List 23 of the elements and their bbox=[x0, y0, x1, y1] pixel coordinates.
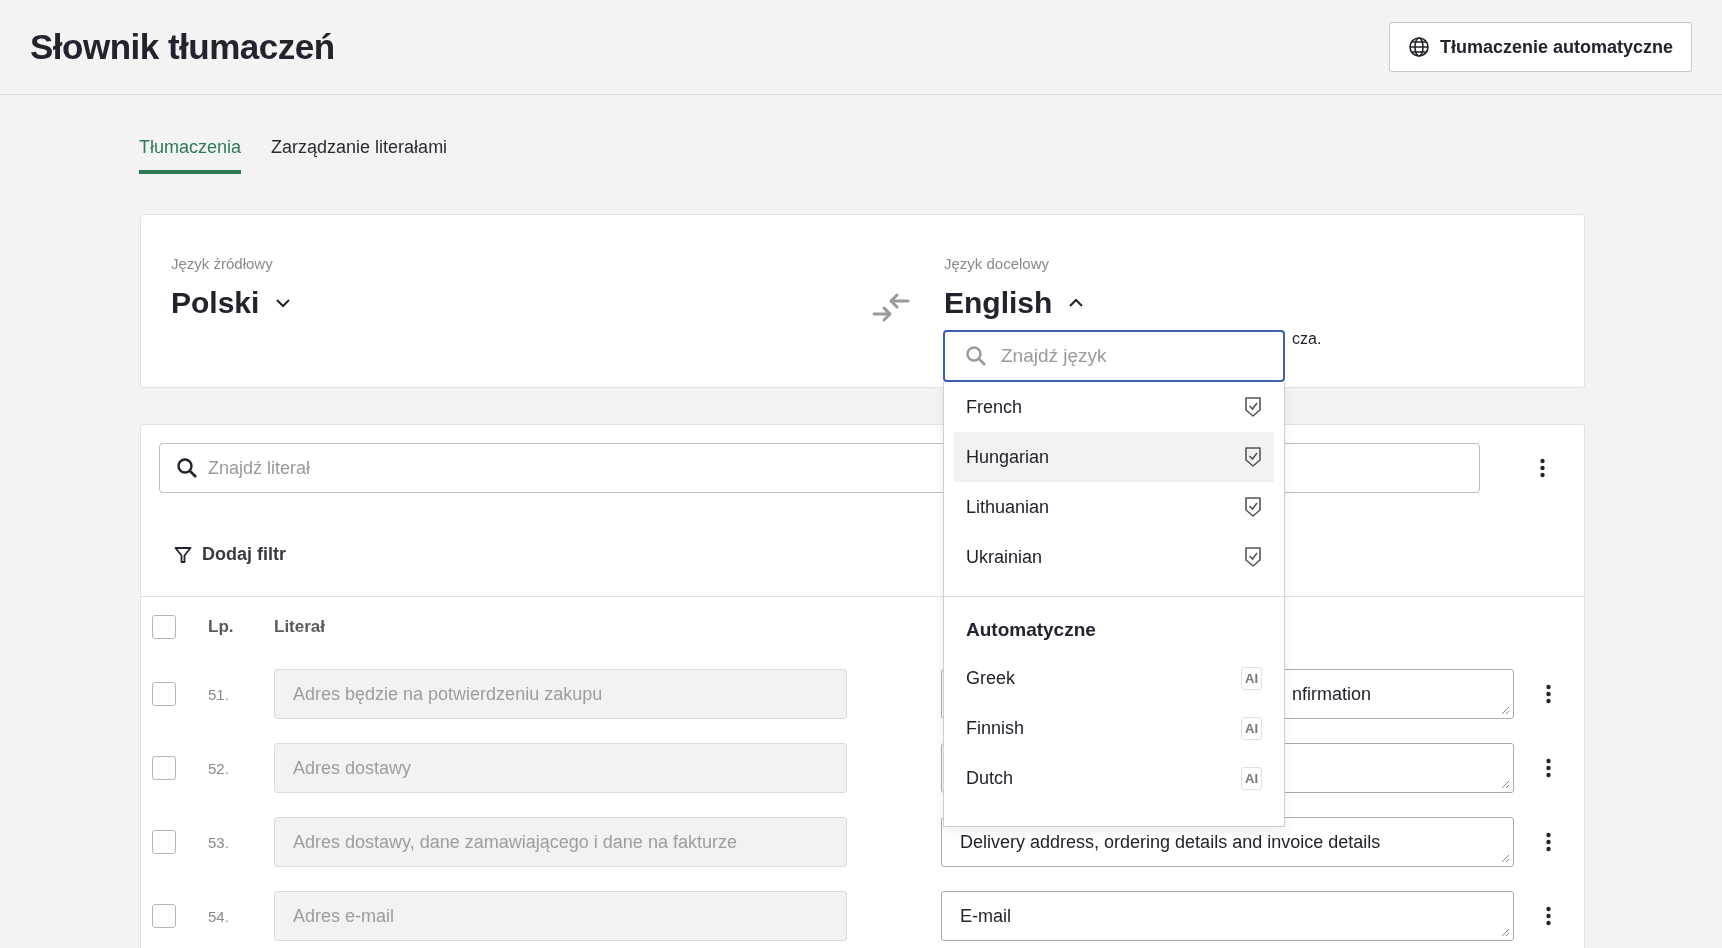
search-placeholder: Znajdź literał bbox=[208, 457, 311, 479]
language-name: French bbox=[966, 396, 1023, 418]
page-title: Słownik tłumaczeń bbox=[30, 27, 335, 67]
search-placeholder: Znajdź język bbox=[1001, 345, 1107, 367]
row-number: 51. bbox=[207, 685, 230, 703]
language-name: Dutch bbox=[966, 767, 1014, 789]
language-name: Lithuanian bbox=[966, 496, 1050, 518]
column-header: Literał bbox=[274, 617, 327, 637]
row-number: 52. bbox=[207, 759, 230, 777]
ai-badge: AI bbox=[1241, 666, 1262, 690]
language-name: Finnish bbox=[966, 717, 1025, 739]
source-language-label: Język źródłowy bbox=[171, 255, 274, 272]
column-header: Lp. bbox=[207, 617, 235, 637]
language-name: Greek bbox=[966, 667, 1016, 689]
row-number: 53. bbox=[207, 833, 230, 851]
row-number: 54. bbox=[207, 907, 230, 925]
language-name: Hungarian bbox=[966, 446, 1050, 468]
language-name: Ukrainian bbox=[966, 546, 1043, 568]
hint-text: cza. bbox=[1292, 330, 1322, 347]
ai-badge: AI bbox=[1241, 716, 1262, 740]
ai-badge: AI bbox=[1241, 766, 1262, 790]
group-heading: Automatyczne bbox=[965, 618, 1097, 642]
target-language-label: Język docelowy bbox=[944, 255, 1051, 272]
